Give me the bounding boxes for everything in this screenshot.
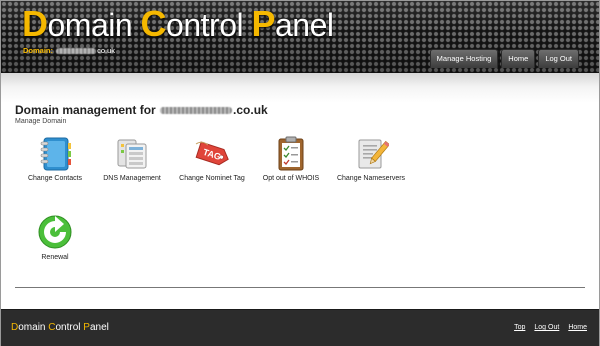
page-subtitle: Manage Domain — [15, 118, 67, 125]
footer: Domain Control Panel Top Log Out Home — [1, 309, 599, 346]
opt-out-whois-tile[interactable]: Opt out of WHOIS — [246, 136, 336, 182]
renewal-tile[interactable]: Renewal — [10, 213, 100, 261]
page-title-suffix: .co.uk — [233, 103, 268, 117]
address-book-icon — [40, 137, 71, 171]
logo-letter-p: P — [251, 3, 275, 44]
change-nameservers-tile[interactable]: Change Nameservers — [326, 136, 416, 182]
top-nav: Manage Hosting Home Log Out — [429, 49, 579, 68]
page-title-prefix: Domain management for — [15, 103, 156, 117]
footer-logo-word-control: ontrol — [55, 322, 84, 333]
header-banner: Domain Control Panel Domain: co.uk Manag… — [1, 1, 599, 73]
current-domain: Domain: co.uk — [23, 46, 115, 55]
document-edit-icon — [358, 139, 389, 169]
redacted-domain-title — [160, 107, 233, 115]
redacted-domain — [56, 48, 97, 55]
dns-management-tile[interactable]: DNS Management — [87, 136, 177, 182]
tag-icon: TAG — [195, 141, 229, 166]
opt-out-whois-label: Opt out of WHOIS — [262, 175, 320, 182]
manage-hosting-button[interactable]: Manage Hosting — [429, 49, 499, 68]
change-nameservers-label: Change Nameservers — [336, 175, 406, 182]
logo-word-panel: anel — [275, 7, 334, 43]
logo-word-control: ontrol — [166, 7, 252, 43]
dns-servers-icon — [117, 139, 147, 169]
home-button[interactable]: Home — [501, 49, 536, 68]
site-logo: Domain Control Panel — [22, 3, 334, 45]
domain-suffix: co.uk — [97, 46, 116, 55]
clipboard-checklist-icon — [278, 136, 304, 171]
logo-word-domain: omain — [47, 7, 141, 43]
logo-letter-c: C — [140, 3, 167, 44]
dns-management-label: DNS Management — [103, 175, 161, 182]
footer-log-out-link[interactable]: Log Out — [534, 324, 559, 331]
renew-arrow-icon — [38, 215, 72, 249]
footer-logo-word-domain: omain — [18, 322, 49, 333]
domain-label: Domain: — [23, 46, 53, 55]
footer-logo: Domain Control Panel — [11, 322, 109, 333]
footer-logo-word-panel: anel — [89, 322, 109, 333]
log-out-button[interactable]: Log Out — [538, 49, 579, 68]
footer-logo-letter-p: P — [83, 322, 90, 333]
logo-letter-d: D — [22, 3, 48, 44]
renewal-label: Renewal — [41, 254, 69, 261]
footer-top-link[interactable]: Top — [514, 324, 525, 331]
content-divider — [15, 287, 585, 288]
footer-links: Top Log Out Home — [514, 324, 587, 331]
footer-home-link[interactable]: Home — [568, 324, 587, 331]
page-title: Domain management for .co.uk — [15, 103, 268, 117]
change-nominet-tag-label: Change Nominet Tag — [179, 175, 245, 182]
change-nominet-tag-tile[interactable]: TAG Change Nominet Tag — [167, 136, 257, 182]
